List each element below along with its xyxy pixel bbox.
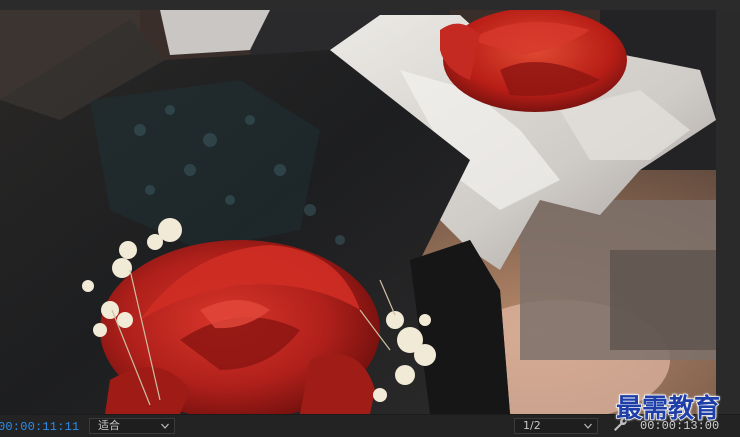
chevron-down-icon [584,423,592,429]
watermark-logo: 最需教育 [615,393,721,424]
playback-resolution-value: 1/2 [523,419,541,432]
monitor-right-strip [716,10,740,414]
zoom-level-dropdown[interactable]: 适合 [89,418,175,434]
video-frame[interactable] [0,10,716,414]
current-timecode[interactable]: 00:00:11:11 [0,420,79,434]
monitor-top-strip [0,0,740,10]
zoom-level-value: 适合 [98,419,120,432]
program-monitor: 00:00:11:11 适合 1/2 00:00:13:00 最需教育 [0,0,740,437]
chevron-down-icon [161,423,169,429]
video-frame-image [0,10,716,414]
playback-resolution-dropdown[interactable]: 1/2 [514,418,598,434]
